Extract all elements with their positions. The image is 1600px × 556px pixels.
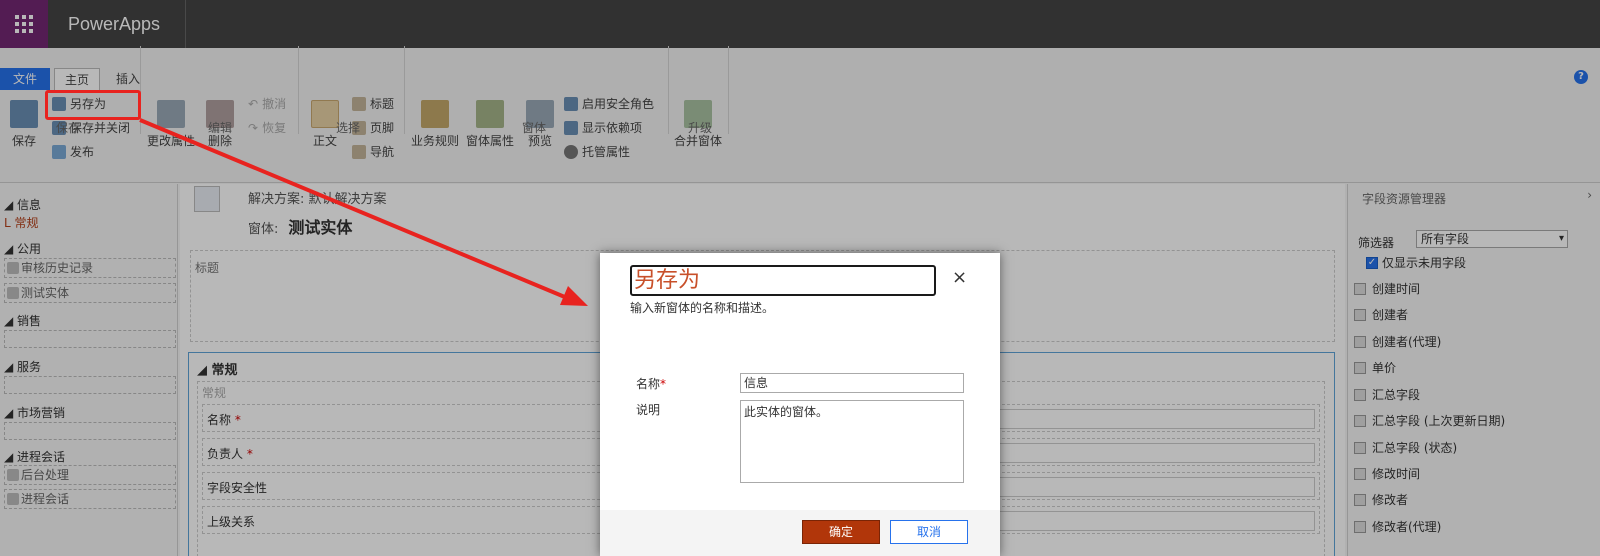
name-input[interactable]: 信息 (740, 373, 964, 393)
ok-button[interactable]: 确定 (802, 520, 880, 544)
description-label: 说明 (636, 403, 661, 417)
cancel-button[interactable]: 取消 (890, 520, 968, 544)
description-textarea[interactable]: 此实体的窗体。 (740, 400, 964, 483)
annotation-highlight-box (45, 90, 141, 120)
dialog-description: 输入新窗体的名称和描述。 (630, 301, 775, 315)
close-icon[interactable]: × (952, 267, 967, 288)
dialog-footer: 确定 取消 (600, 510, 1000, 556)
dialog-title: 另存为 (630, 265, 936, 296)
name-label: 名称* (636, 377, 667, 391)
save-as-dialog: 另存为 × 输入新窗体的名称和描述。 名称* 信息 说明 此实体的窗体。 确定 … (600, 253, 1000, 556)
